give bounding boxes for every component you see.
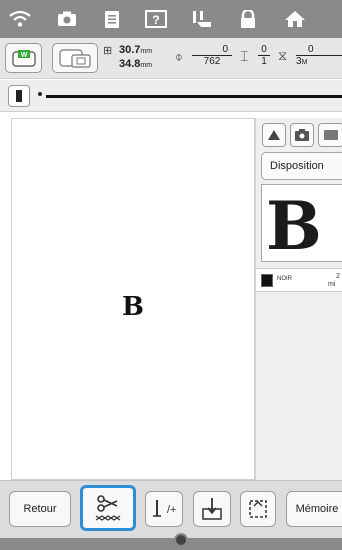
sewing-time: 0 3M <box>296 44 342 68</box>
trial-button[interactable] <box>240 491 276 527</box>
frame-trace-icon <box>249 500 267 518</box>
embroidery-canvas[interactable]: B <box>11 118 255 480</box>
thread-progress-line <box>46 95 342 98</box>
thread-color-swatch <box>261 274 273 287</box>
design-height: 34.8mm <box>119 58 153 70</box>
camera-view-icon[interactable] <box>318 123 342 147</box>
scan-camera-icon[interactable] <box>290 123 314 147</box>
camera-icon[interactable] <box>55 8 79 30</box>
wifi-icon[interactable] <box>8 8 32 30</box>
lock-icon[interactable] <box>236 8 260 30</box>
svg-text:?: ? <box>152 13 159 27</box>
back-button[interactable]: Retour <box>9 491 71 527</box>
preview-letter: B <box>266 187 322 262</box>
hourglass-icon: ⧖ <box>278 48 288 63</box>
home-icon[interactable] <box>283 8 307 30</box>
bottom-status-strip <box>0 538 342 550</box>
tension-button[interactable]: /+ <box>145 491 183 527</box>
thread-list-item[interactable]: NOIR 2 mi <box>256 268 342 292</box>
svg-text:W: W <box>20 52 27 59</box>
thread-color-bar <box>0 80 342 112</box>
color-count: 0 1 <box>258 44 270 67</box>
scissors-icon <box>95 495 121 521</box>
embroidery-frame-button[interactable]: W <box>5 43 42 73</box>
needle-icon: ⌽ <box>175 49 183 64</box>
design-width: 30.7mm <box>119 44 153 56</box>
svg-text:/+: /+ <box>167 504 176 516</box>
needle-position-button[interactable] <box>193 491 231 527</box>
size-icon: ⊞ <box>103 45 113 57</box>
thread-spool-button[interactable] <box>8 85 30 107</box>
info-bar: W ⊞ 30.7mm 34.8mm ⌽ 0 762 ⌶ 0 1 ⧖ 0 3M <box>0 38 342 79</box>
presser-foot-icon[interactable] <box>190 8 214 30</box>
help-icon[interactable]: ? <box>144 8 168 30</box>
stitch-count: 0 762 <box>192 44 232 67</box>
memory-button[interactable]: Mémoire <box>286 491 342 527</box>
hoop-size-button[interactable] <box>52 43 98 73</box>
right-panel: Disposition B NOIR 2 mi <box>255 118 342 480</box>
status-bar: ? <box>0 0 342 38</box>
bottom-toolbar: Retour /+ Mémoire <box>0 480 342 538</box>
clock-icon[interactable] <box>174 533 188 547</box>
thread-name: NOIR <box>277 276 292 282</box>
color-count-icon: ⌶ <box>240 48 249 64</box>
thread-minutes: 2 mi <box>328 273 340 288</box>
design-letter[interactable]: B <box>122 292 144 322</box>
thread-start-marker <box>38 92 42 96</box>
document-icon[interactable] <box>100 8 124 30</box>
design-preview: B <box>261 184 342 262</box>
tension-icon: /+ <box>153 500 176 517</box>
triangle-up-icon[interactable] <box>262 123 286 147</box>
thread-trim-button[interactable] <box>80 485 136 531</box>
needle-down-icon <box>202 498 222 520</box>
disposition-button[interactable]: Disposition <box>261 152 342 180</box>
